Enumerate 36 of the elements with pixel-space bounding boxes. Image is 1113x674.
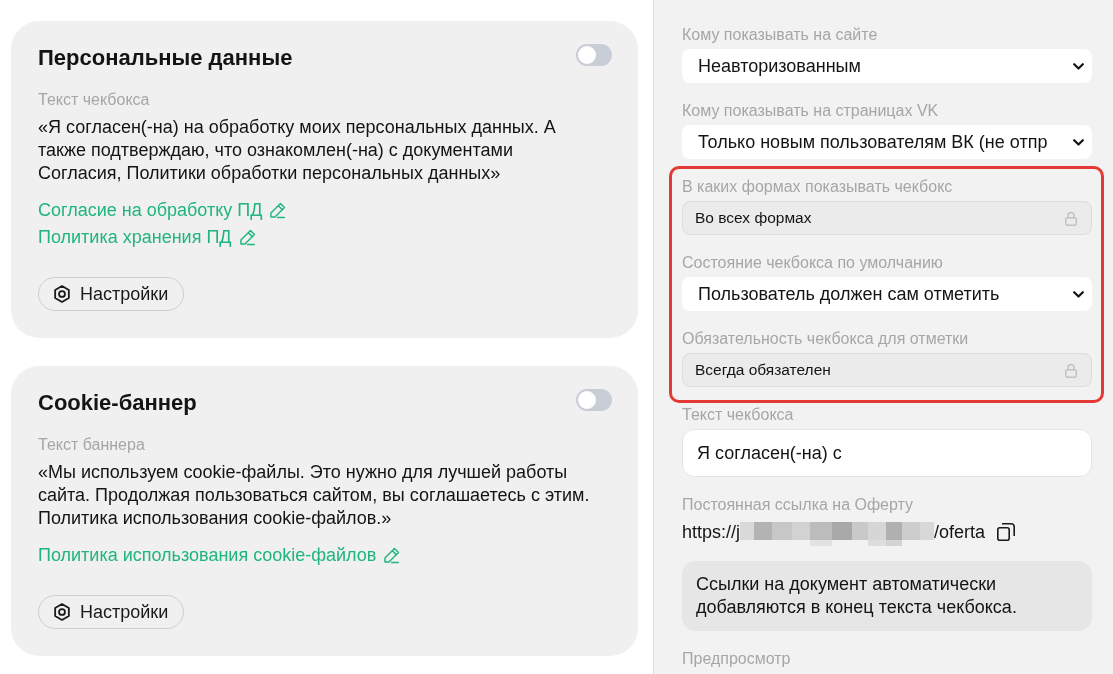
quoted-text: «Мы используем cookie-файлы. Это нужно для лучшей работы сайта. Продолжая пользоваться сайтом, вы соглашаетесь с этим. Политика использования cookie-файлов.»: [38, 461, 591, 530]
lock-icon: [1065, 362, 1077, 378]
field-label: Состояние чекбокса по умолчанию: [682, 253, 944, 273]
field-label: Постоянная ссылка на Оферту: [682, 495, 915, 515]
card-title: Персональные данные: [38, 44, 293, 72]
pencil-icon[interactable]: [238, 229, 256, 246]
quoted-text: «Я согласен(-на) на обработку моих персональных данных. А также подтверждаю, что ознакомлен(-на) с документами Согласия, Политики обработки персональных данных»: [38, 116, 557, 185]
url-text: /oferta: [934, 520, 986, 544]
field-label: Текст чекбокса: [38, 90, 151, 110]
copy-icon[interactable]: [997, 523, 1016, 541]
locked-field: Во всех формах: [682, 201, 1092, 235]
text-input[interactable]: Я согласен(-на) с: [682, 429, 1092, 477]
settings-icon: [53, 603, 71, 621]
dropdown[interactable]: Только новым пользователям ВК (не отпр: [682, 125, 1092, 159]
toggle-switch[interactable]: [576, 44, 612, 66]
field-label: Кому показывать на сайте: [682, 25, 879, 45]
locked-field: Всегда обязателен: [682, 353, 1092, 387]
field-label: Обязательность чекбокса для отметки: [682, 329, 970, 349]
pencil-icon[interactable]: [269, 202, 287, 219]
field-label: Текст баннера: [38, 435, 146, 455]
dropdown[interactable]: Неавторизованным: [682, 49, 1092, 83]
lock-icon: [1065, 210, 1077, 226]
info-note: Ссылки на документ автоматически добавляются в конец текста чекбокса.: [682, 561, 1092, 631]
url-text: https://j: [682, 520, 741, 544]
chevron-down-icon: [1073, 290, 1084, 298]
field-label: Предпросмотр: [682, 649, 792, 669]
field-label: Кому показывать на страницах VK: [682, 101, 940, 121]
field-label: В каких формах показывать чекбокс: [682, 177, 954, 197]
card-title: Cookie-баннер: [38, 389, 197, 417]
chevron-down-icon: [1073, 138, 1084, 146]
toggle-switch[interactable]: [576, 389, 612, 411]
pencil-icon[interactable]: [383, 547, 401, 564]
field-label: Текст чекбокса: [682, 405, 795, 425]
settings-icon: [53, 285, 71, 303]
chevron-down-icon: [1073, 62, 1084, 70]
dropdown[interactable]: Пользователь должен сам отметить: [682, 277, 1092, 311]
